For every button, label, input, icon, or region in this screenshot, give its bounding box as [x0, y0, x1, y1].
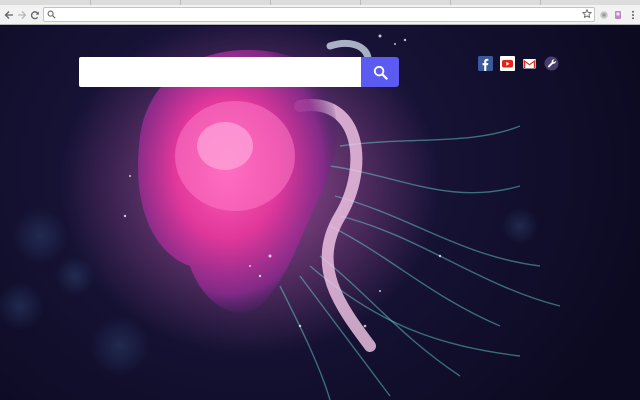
facebook-icon — [478, 56, 493, 71]
shortcut-bar — [478, 56, 559, 71]
search-icon — [373, 65, 388, 80]
address-search-icon — [47, 10, 56, 19]
star-icon[interactable] — [582, 9, 592, 19]
youtube-icon — [500, 56, 515, 71]
back-button[interactable] — [2, 7, 16, 22]
back-arrow-icon — [4, 10, 13, 19]
facebook-shortcut[interactable] — [478, 56, 493, 71]
search-input[interactable] — [79, 57, 361, 87]
new-tab-page — [0, 26, 640, 400]
address-input[interactable] — [58, 8, 578, 21]
browser-toolbar — [0, 5, 640, 25]
address-bar[interactable] — [43, 7, 595, 22]
menu-dots-icon — [631, 10, 634, 19]
settings-shortcut[interactable] — [544, 56, 559, 71]
youtube-shortcut[interactable] — [500, 56, 515, 71]
search-button[interactable] — [361, 57, 399, 87]
forward-button[interactable] — [15, 7, 29, 22]
wrench-icon — [544, 56, 559, 71]
profile-button[interactable] — [612, 9, 623, 20]
search-bar — [79, 57, 399, 87]
gmail-icon — [523, 59, 536, 69]
forward-arrow-icon — [18, 10, 27, 19]
extension-icon — [599, 10, 608, 19]
reload-button[interactable] — [28, 7, 42, 22]
menu-button[interactable] — [627, 9, 638, 20]
profile-icon — [614, 10, 621, 19]
extension-button[interactable] — [598, 9, 609, 20]
gmail-shortcut[interactable] — [522, 56, 537, 71]
reload-icon — [30, 10, 39, 19]
